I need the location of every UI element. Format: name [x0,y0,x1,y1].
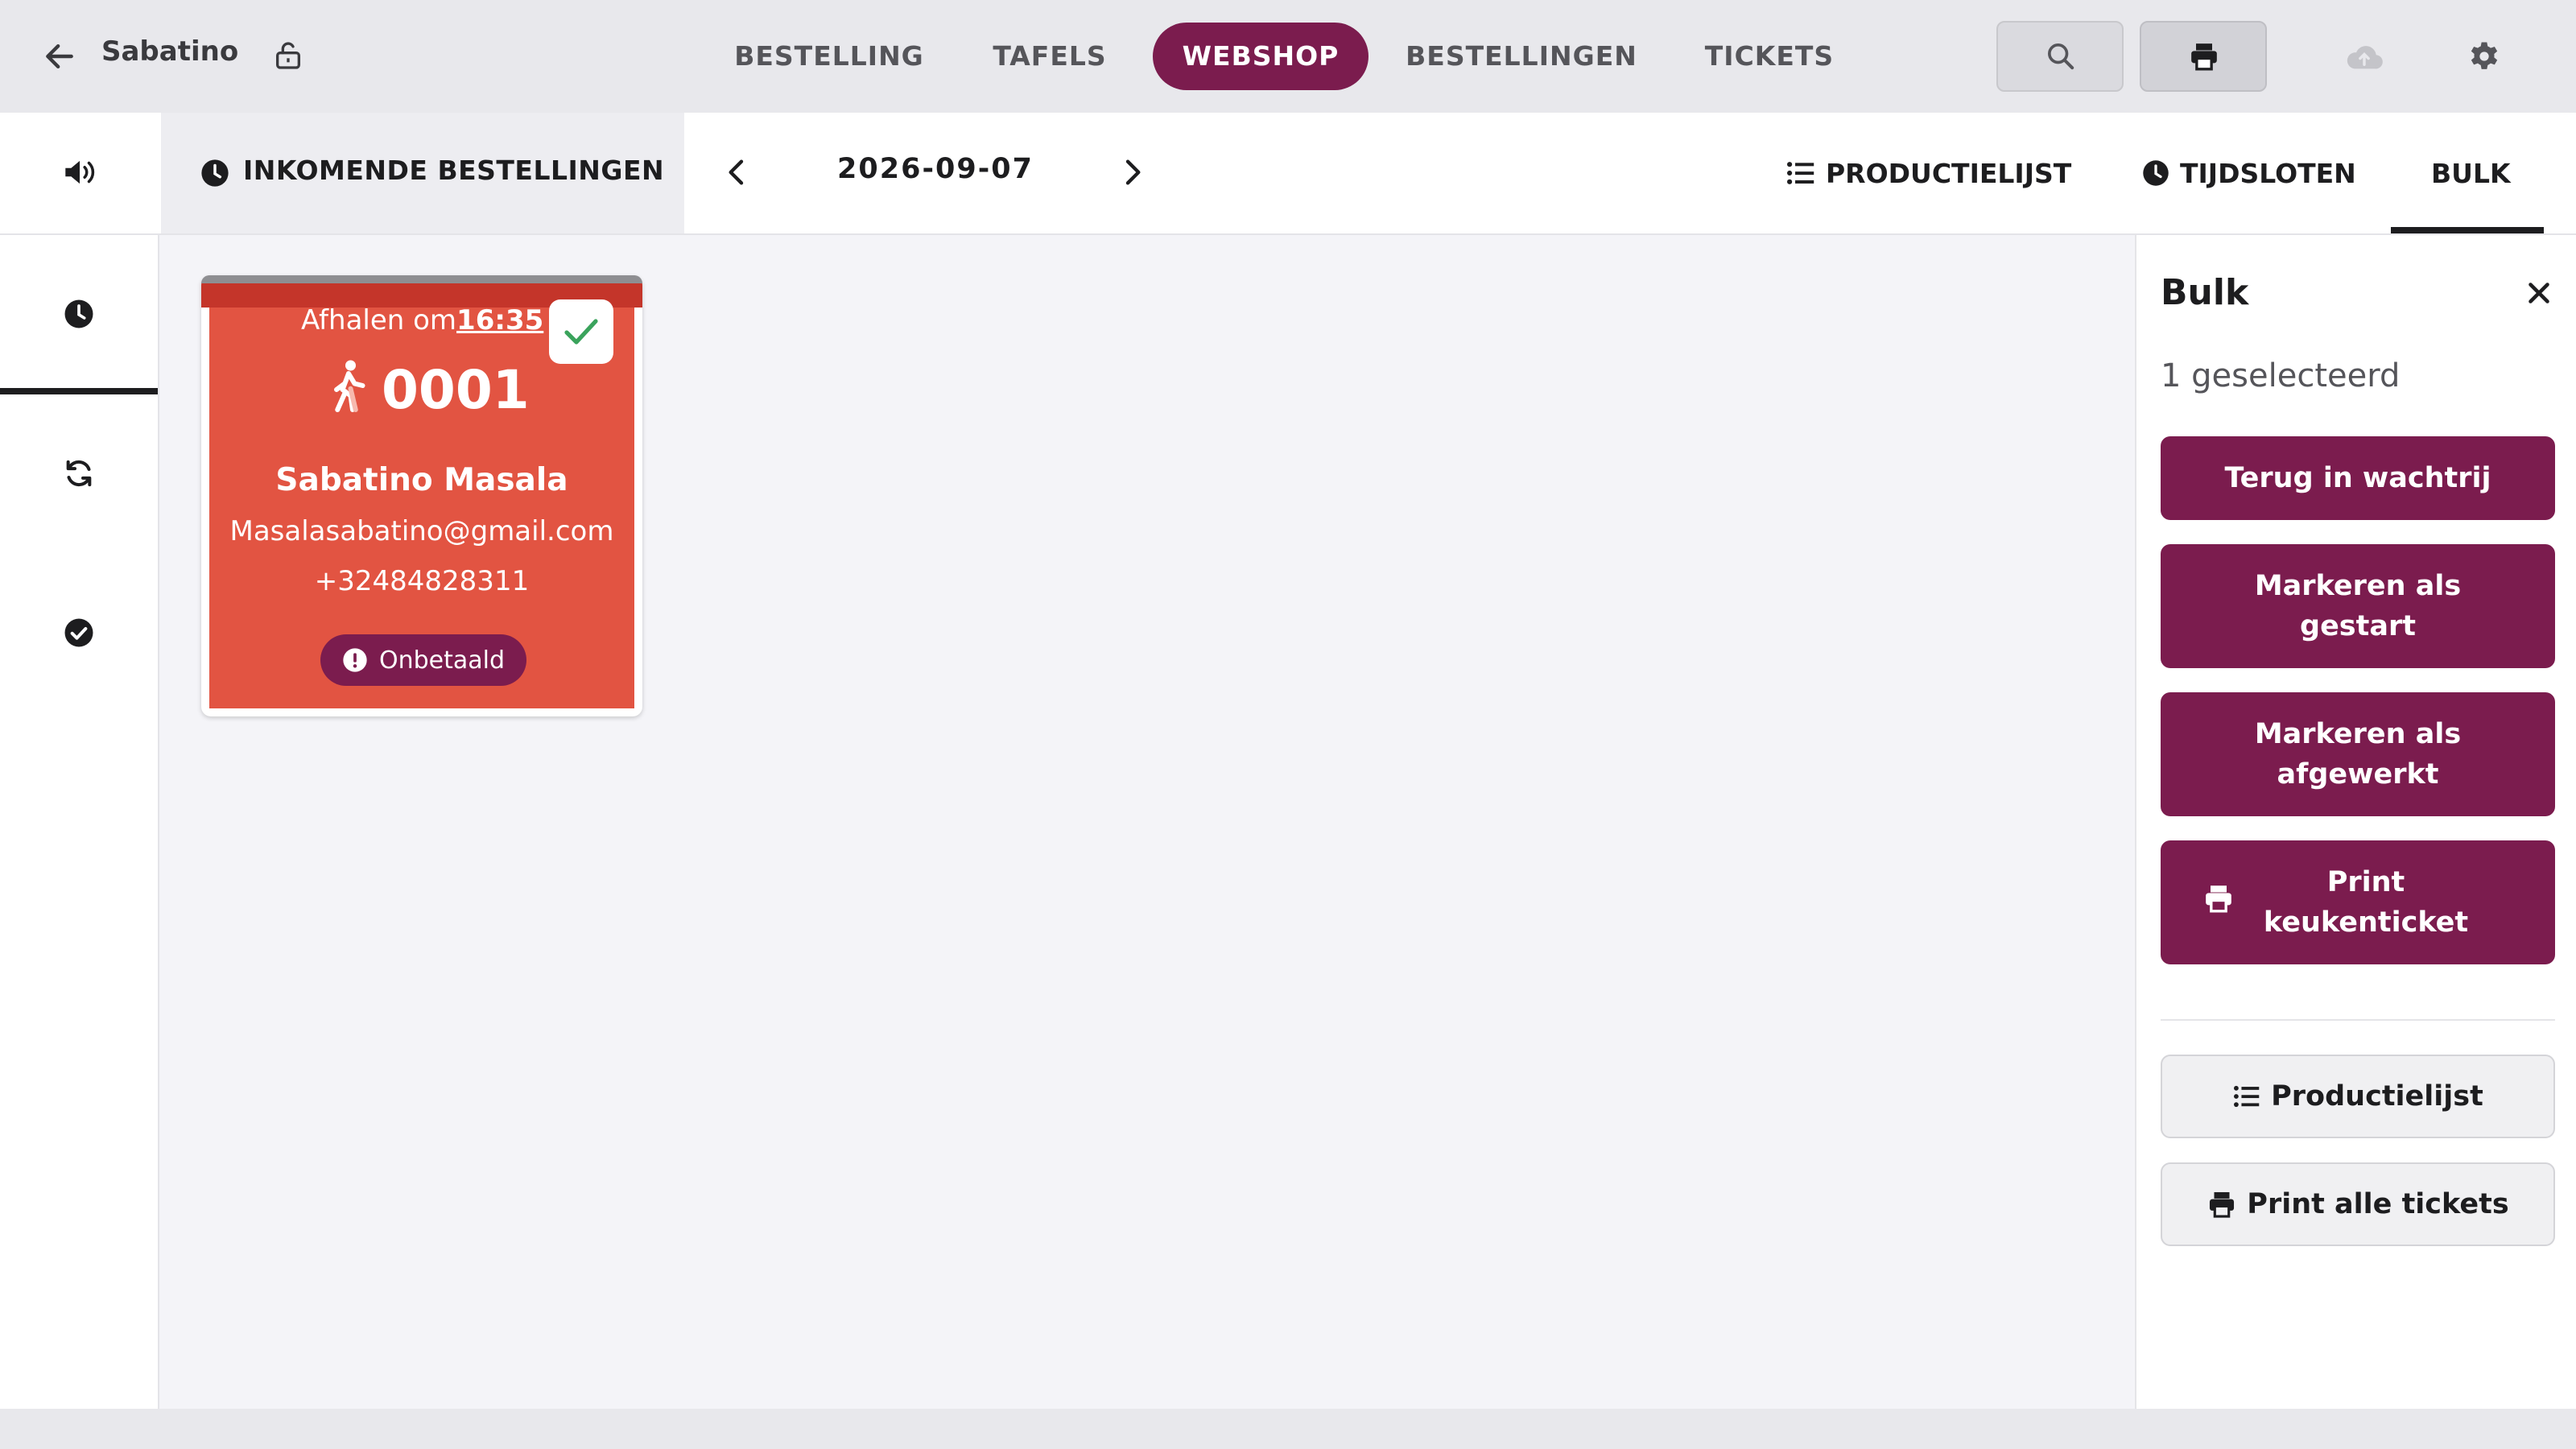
print-all-tickets-button[interactable]: Print alle tickets [2161,1162,2555,1246]
alert-icon [343,648,367,672]
print-kitchen-ticket-button[interactable]: Print keukenticket [2161,840,2555,964]
tab-tickets[interactable]: TICKETS [1674,23,1864,90]
next-date-button[interactable] [1116,156,1148,188]
sub-toolbar: INKOMENDE BESTELLINGEN 2026-09-07 PRODUC… [0,113,2576,235]
cloud-upload-button[interactable] [2345,40,2384,72]
settings-button[interactable] [2468,40,2500,72]
printer-icon [2191,43,2217,71]
tab-bestellingen[interactable]: BESTELLINGEN [1401,23,1642,90]
print-all-tickets-label: Print alle tickets [2247,1188,2509,1220]
print-kitchen-ticket-label: Print keukenticket [2263,866,2469,939]
chevron-left-icon [729,159,744,185]
filter-pending[interactable] [0,235,158,393]
filter-in-progress[interactable] [0,394,158,552]
lock-button[interactable] [272,39,304,72]
cloud-upload-icon [2347,46,2383,69]
tab-webshop[interactable]: WEBSHOP [1153,23,1368,90]
bottom-bar [0,1409,2576,1449]
order-card[interactable]: Afhalen om16:35 0001 Sabatino Masala Mas… [201,275,642,716]
print-button[interactable] [2140,21,2267,92]
payment-status-label: Onbetaald [378,646,506,675]
mark-done-button[interactable]: Markeren als afgewerkt [2161,692,2555,816]
timeslots-tab-label: TIJDSLOTEN [2180,157,2356,189]
customer-name: Sabatino Masala [275,462,568,498]
arrow-left-icon [46,43,73,69]
bulk-tab-label: BULK [2431,157,2511,189]
productlist-button[interactable]: Productielijst [2161,1055,2555,1138]
payment-status-badge: Onbetaald [320,634,526,686]
order-number: 0001 [382,359,530,421]
bulk-panel: Bulk 1 geselecteerd Terug in wachtrij Ma… [2135,235,2576,1409]
filter-completed[interactable] [0,554,158,712]
list-icon [1787,162,1814,184]
pickup-info: Afhalen om16:35 [301,304,543,336]
tab-incoming-orders[interactable]: INKOMENDE BESTELLINGEN [161,113,684,233]
active-tab-indicator [2391,227,2544,233]
customer-email: Masalasabatino@gmail.com [229,515,614,547]
pickup-label: Afhalen om [301,304,457,336]
search-button[interactable] [1996,21,2124,92]
back-button[interactable] [42,39,77,74]
mark-started-button[interactable]: Markeren als gestart [2161,544,2555,668]
printer-icon [2206,886,2231,913]
close-button[interactable] [2524,279,2553,308]
top-bar: Sabatino BESTELLING TAFELS WEBSHOP BESTE… [0,0,2576,113]
productlist-tab-label: PRODUCTIELIJST [1826,157,2072,189]
customer-phone: +32484828311 [314,565,530,597]
list-icon [2234,1085,2260,1108]
refresh-icon [66,460,92,487]
sound-button[interactable] [61,155,98,190]
pickup-time[interactable]: 16:35 [456,304,543,336]
tab-timeslots[interactable]: TIJDSLOTEN [2141,113,2356,233]
back-to-queue-button[interactable]: Terug in wachtrij [2161,436,2555,520]
tab-bulk[interactable]: BULK [2431,113,2511,233]
clock-icon [2143,160,2169,186]
chevron-right-icon [1125,159,1141,185]
printer-icon [2210,1191,2235,1218]
panel-divider [2161,1019,2555,1021]
clock-icon [64,299,93,328]
lock-open-icon [276,42,300,69]
close-icon [2529,283,2549,303]
status-filter-rail [0,235,159,1409]
productlist-button-label: Productielijst [2271,1080,2483,1113]
previous-date-button[interactable] [721,156,753,188]
walking-person-icon [328,359,369,412]
current-date[interactable]: 2026-09-07 [805,153,1066,185]
active-filter-indicator [0,388,158,394]
volume-icon [65,160,95,184]
search-icon [2048,43,2074,70]
panel-title: Bulk [2161,272,2249,313]
check-icon [564,319,598,345]
selected-count: 1 geselecteerd [2161,357,2401,394]
incoming-orders-label: INKOMENDE BESTELLINGEN [243,155,665,186]
gear-icon [2471,42,2498,69]
tab-bestelling[interactable]: BESTELLING [724,23,934,90]
check-circle-icon [64,618,93,647]
orders-board: Afhalen om16:35 0001 Sabatino Masala Mas… [159,235,2135,1409]
tab-tafels[interactable]: TAFELS [963,23,1137,90]
app-title: Sabatino [101,35,239,68]
tab-productlist[interactable]: PRODUCTIELIJST [1785,113,2071,233]
order-select-checkbox[interactable] [549,299,613,364]
clock-icon [201,159,229,187]
